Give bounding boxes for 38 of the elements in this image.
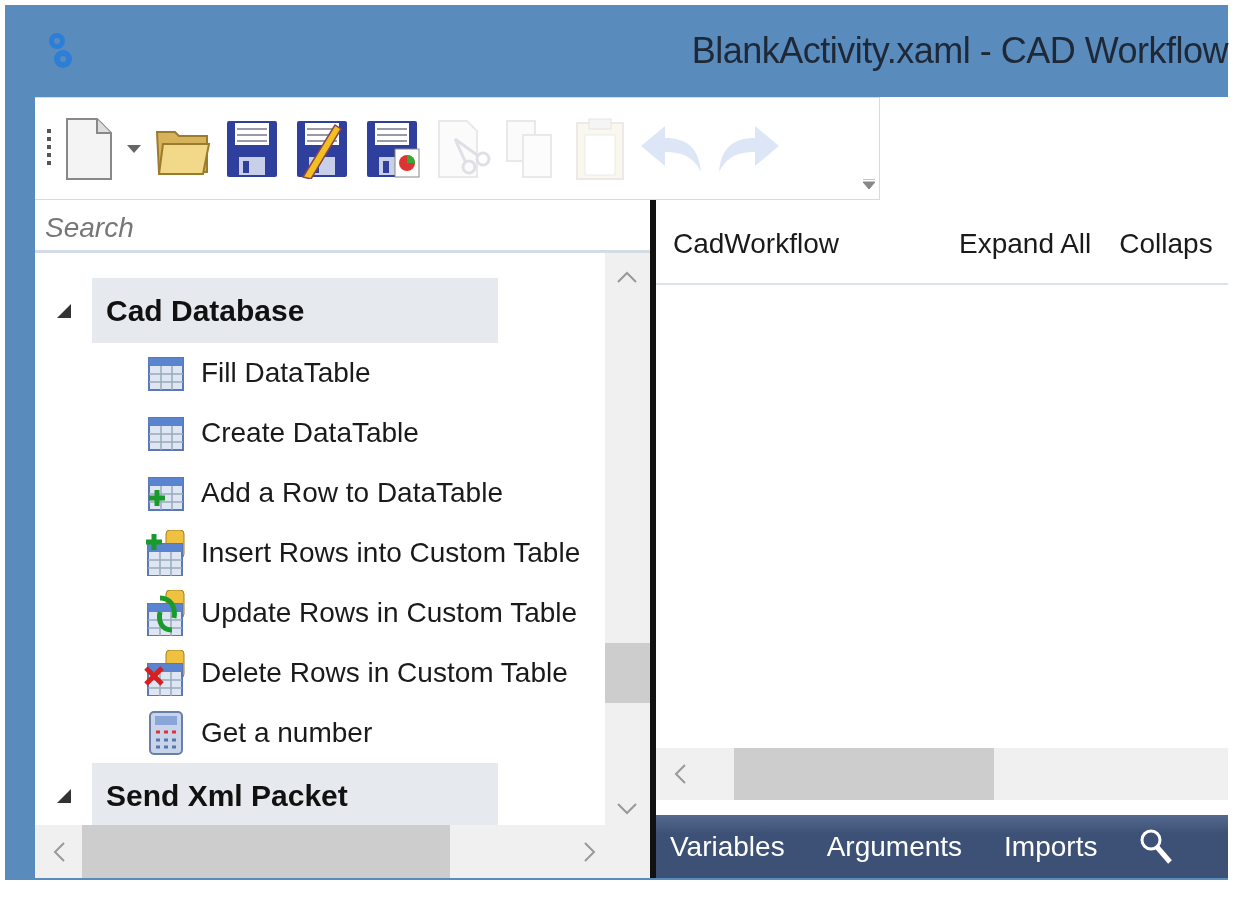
activity-item[interactable]: Create DataTable <box>201 417 419 449</box>
tab[interactable]: Imports <box>1004 830 1098 863</box>
activity-item[interactable]: Update Rows in Custom Table <box>201 597 578 629</box>
calculator-icon <box>148 710 184 756</box>
activity-item[interactable]: Get a number <box>201 717 373 749</box>
horizontal-scrollbar[interactable] <box>656 748 1228 800</box>
left-chevron-icon[interactable] <box>53 841 65 862</box>
activity-item[interactable]: Fill DataTable <box>201 357 371 389</box>
category-header[interactable]: Send Xml Packet <box>92 763 498 825</box>
up-chevron-icon[interactable] <box>617 271 637 283</box>
scrollbar-thumb[interactable] <box>82 825 450 878</box>
vertical-scrollbar[interactable] <box>605 253 650 825</box>
horizontal-scrollbar[interactable] <box>35 825 650 878</box>
floppy-disk-icon[interactable] <box>365 118 421 179</box>
right-chevron-icon[interactable] <box>584 841 596 862</box>
activity-item[interactable]: Insert Rows into Custom Table <box>201 537 581 569</box>
search-icon[interactable] <box>1139 827 1174 866</box>
table-arrows-icon <box>144 590 188 636</box>
activity-item[interactable]: Delete Rows in Custom Table <box>201 657 568 689</box>
left-chevron-icon[interactable] <box>674 764 686 784</box>
breadcrumb[interactable]: CadWorkflow <box>673 228 839 260</box>
window-title: BlankActivity.xaml - CAD Workflow <box>691 30 1228 72</box>
table-plus-icon <box>144 530 188 576</box>
header-link[interactable]: Expand All <box>959 228 1092 260</box>
activity-item[interactable]: Add a Row to DataTable <box>201 477 503 509</box>
expanded-triangle-icon[interactable] <box>56 303 71 318</box>
document-icon[interactable] <box>65 116 113 181</box>
table-cross-icon <box>144 650 188 696</box>
tab[interactable]: Variables <box>670 830 785 863</box>
caret-icon[interactable] <box>127 144 141 153</box>
header-link[interactable]: Collaps <box>1119 228 1213 260</box>
scrollbar-thumb[interactable] <box>605 643 650 703</box>
down-chevron-icon[interactable] <box>617 803 637 815</box>
category-header[interactable]: Cad Database <box>92 278 498 343</box>
scrollbar-thumb[interactable] <box>734 748 994 800</box>
expanded-triangle-icon[interactable] <box>56 788 71 803</box>
tab[interactable]: Arguments <box>826 830 963 863</box>
overflow-caret-icon[interactable] <box>863 179 875 189</box>
